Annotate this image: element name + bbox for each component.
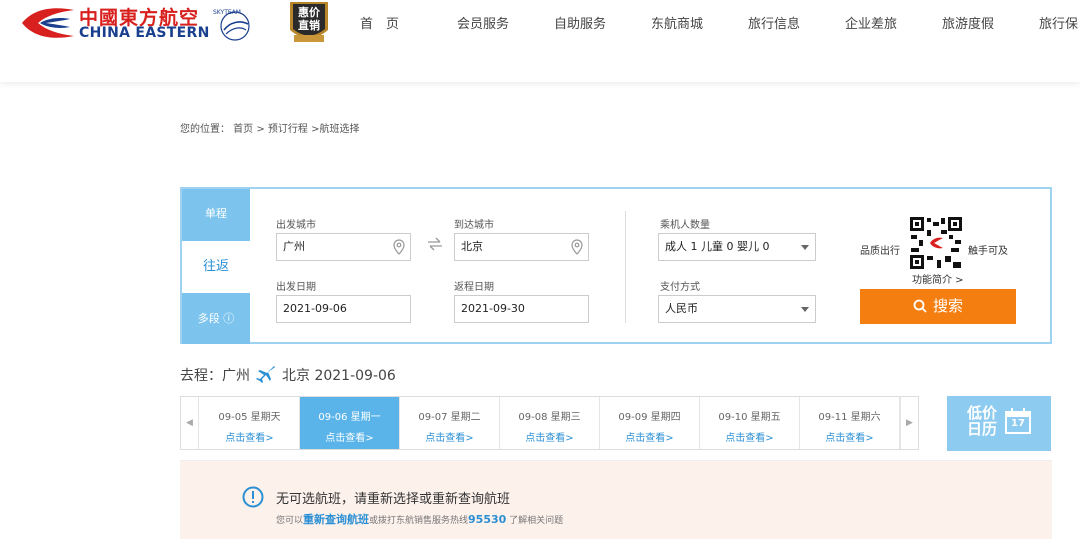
nav-travel-info[interactable]: 旅行信息: [748, 13, 800, 32]
payment-select[interactable]: 人民币: [658, 295, 816, 323]
nav-vacation[interactable]: 旅游度假: [942, 13, 994, 32]
tab-round-trip[interactable]: 往返: [182, 241, 250, 293]
tab-one-way[interactable]: 单程: [182, 189, 250, 241]
location-pin-icon: [393, 239, 405, 255]
search-icon: [913, 299, 927, 313]
route-origin: 广州: [222, 368, 250, 384]
date-option-action[interactable]: 点击查看>: [700, 429, 799, 444]
depart-date-label: 出发日期: [276, 282, 316, 293]
return-date-label: 返程日期: [454, 282, 494, 293]
date-option-action[interactable]: 点击查看>: [200, 429, 299, 444]
date-option-action[interactable]: 点击查看>: [800, 429, 899, 444]
date-option[interactable]: 09-05 星期天点击查看>: [200, 397, 300, 449]
qr-caption-right: 触手可及: [968, 246, 1008, 257]
notice-sub-prefix: 您可以: [276, 516, 304, 526]
next-dates-arrow-icon[interactable]: ▶: [900, 397, 918, 449]
date-option[interactable]: 09-11 星期六点击查看>: [800, 397, 900, 449]
low-price-calendar-label: 低价 日历: [967, 404, 998, 438]
arrive-city-label: 到达城市: [454, 220, 494, 231]
date-option-label: 09-11 星期六: [818, 412, 881, 423]
tab-multi-city[interactable]: 多段 ⓘ: [182, 293, 250, 344]
panel-divider: [625, 211, 626, 323]
date-option-action[interactable]: 点击查看>: [600, 429, 699, 444]
date-selector-bar: ◀ 09-05 星期天点击查看> 09-06 星期一点击查看> 09-07 星期…: [180, 396, 919, 450]
date-option[interactable]: 09-08 星期三点击查看>: [500, 397, 600, 449]
date-option-label: 09-08 星期三: [518, 412, 581, 423]
date-option-action[interactable]: 点击查看>: [500, 429, 599, 444]
no-flights-notice: 无可选航班，请重新选择或重新查询航班 您可以重新查询航班或拨打东航销售服务热线9…: [180, 460, 1052, 539]
qr-caption-left: 品质出行: [860, 246, 900, 257]
date-option-selected[interactable]: 09-06 星期一点击查看>: [300, 397, 400, 449]
svg-text:SKYTEAM: SKYTEAM: [213, 9, 241, 16]
arrive-city-value: 北京: [461, 240, 483, 253]
outbound-route-summary: 去程：广州 北京 2021-09-06: [180, 365, 396, 385]
return-date-input[interactable]: 2021-09-30: [454, 295, 589, 323]
date-option-label: 09-10 星期五: [718, 412, 781, 423]
nav-business-travel[interactable]: 企业差旅: [845, 13, 897, 32]
search-button[interactable]: 搜索: [860, 289, 1016, 324]
breadcrumb[interactable]: 您的位置： 首页 > 预订行程 >航班选择: [180, 120, 359, 135]
date-option-label: 09-07 星期二: [418, 412, 481, 423]
hotline-number: 95530: [468, 513, 507, 526]
payment-value: 人民币: [665, 302, 698, 315]
notice-sub-suffix: 了解相关问题: [506, 516, 564, 526]
passengers-value: 成人 1 儿童 0 婴儿 0: [665, 240, 770, 253]
prev-dates-arrow-icon[interactable]: ◀: [181, 397, 199, 449]
passengers-select[interactable]: 成人 1 儿童 0 婴儿 0: [658, 233, 816, 261]
low-price-calendar-button[interactable]: 低价 日历 17: [947, 396, 1051, 451]
skyteam-logo-icon: SKYTEAM: [213, 9, 250, 41]
feature-intro-link[interactable]: 功能简介 >: [912, 271, 964, 286]
china-eastern-swallow-logo-icon[interactable]: [20, 6, 76, 40]
nav-member-services[interactable]: 会员服务: [457, 13, 509, 32]
top-navigation-bar: 中國東方航空 CHINA EASTERN SKYTEAM 惠价 直销 首 页 会…: [0, 0, 1080, 82]
qr-code-icon: [909, 216, 963, 270]
payment-label: 支付方式: [660, 282, 700, 293]
depart-date-input[interactable]: 2021-09-06: [276, 295, 411, 323]
nav-mall[interactable]: 东航商城: [651, 13, 703, 32]
date-option[interactable]: 09-07 星期二点击查看>: [400, 397, 500, 449]
location-pin-icon: [571, 239, 583, 255]
date-option-label: 09-09 星期四: [618, 412, 681, 423]
search-button-label: 搜索: [932, 297, 963, 315]
passengers-label: 乘机人数量: [660, 220, 710, 231]
depart-city-label: 出发城市: [276, 220, 316, 231]
discount-direct-badge[interactable]: 惠价 直销: [284, 0, 334, 46]
chevron-down-icon: [801, 307, 809, 312]
airplane-icon: [256, 366, 275, 383]
notice-subtext: 您可以重新查询航班或拨打东航销售服务热线95530 了解相关问题: [276, 511, 563, 527]
badge-label: 惠价 直销: [298, 6, 320, 32]
logo-english-text[interactable]: CHINA EASTERN: [79, 25, 210, 41]
date-option-action[interactable]: 点击查看>: [300, 429, 399, 444]
date-option-label: 09-06 星期一: [318, 412, 381, 423]
depart-city-value: 广州: [283, 240, 305, 253]
flight-search-panel: 单程 往返 多段 ⓘ 出发城市 广州 到达城市 北京 出发日期 2021-09-…: [180, 187, 1052, 344]
route-destination-date: 北京 2021-09-06: [282, 368, 396, 384]
nav-self-service[interactable]: 自助服务: [554, 13, 606, 32]
nav-travel-insurance[interactable]: 旅行保: [1039, 13, 1078, 32]
chevron-down-icon: [801, 245, 809, 250]
date-option-action[interactable]: 点击查看>: [400, 429, 499, 444]
main-nav: 首 页 会员服务 自助服务 东航商城 旅行信息 企业差旅 旅游度假 旅行保: [340, 0, 1080, 44]
date-option[interactable]: 09-09 星期四点击查看>: [600, 397, 700, 449]
calendar-day-number: 17: [1011, 418, 1025, 429]
date-option[interactable]: 09-10 星期五点击查看>: [700, 397, 800, 449]
requery-flights-link[interactable]: 重新查询航班: [303, 513, 369, 526]
date-option-label: 09-05 星期天: [218, 412, 281, 423]
info-icon: [242, 486, 264, 508]
depart-city-input[interactable]: 广州: [276, 233, 411, 261]
route-prefix: 去程：: [180, 368, 222, 384]
notice-title: 无可选航班，请重新选择或重新查询航班: [276, 492, 511, 507]
notice-sub-mid: 或拨打东航销售服务热线: [369, 516, 469, 526]
nav-home[interactable]: 首 页: [360, 13, 399, 32]
arrive-city-input[interactable]: 北京: [454, 233, 589, 261]
swap-cities-icon[interactable]: [426, 237, 444, 251]
